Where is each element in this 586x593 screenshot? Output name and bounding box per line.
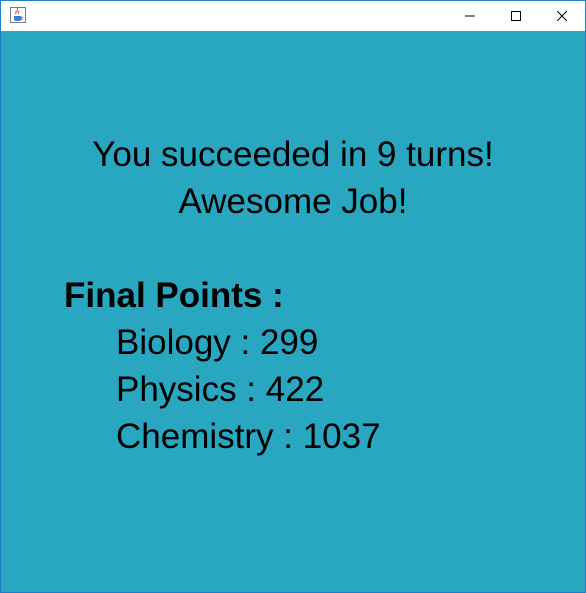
title-bar[interactable] <box>1 1 585 31</box>
score-chemistry: Chemistry : 1037 <box>116 417 381 456</box>
success-message: You succeeded in 9 turns! <box>92 135 494 174</box>
final-points-heading: Final Points : <box>64 276 284 315</box>
close-button[interactable] <box>539 1 585 31</box>
maximize-icon <box>511 11 521 21</box>
close-icon <box>557 11 567 21</box>
maximize-button[interactable] <box>493 1 539 31</box>
score-physics: Physics : 422 <box>116 370 325 409</box>
result-panel: You succeeded in 9 turns! Awesome Job! F… <box>1 31 585 592</box>
java-cup-icon[interactable] <box>10 7 26 23</box>
praise-message: Awesome Job! <box>178 182 408 221</box>
minimize-button[interactable] <box>447 1 493 31</box>
score-biology: Biology : 299 <box>116 323 319 362</box>
app-window: You succeeded in 9 turns! Awesome Job! F… <box>0 0 586 593</box>
minimize-icon <box>465 15 475 17</box>
